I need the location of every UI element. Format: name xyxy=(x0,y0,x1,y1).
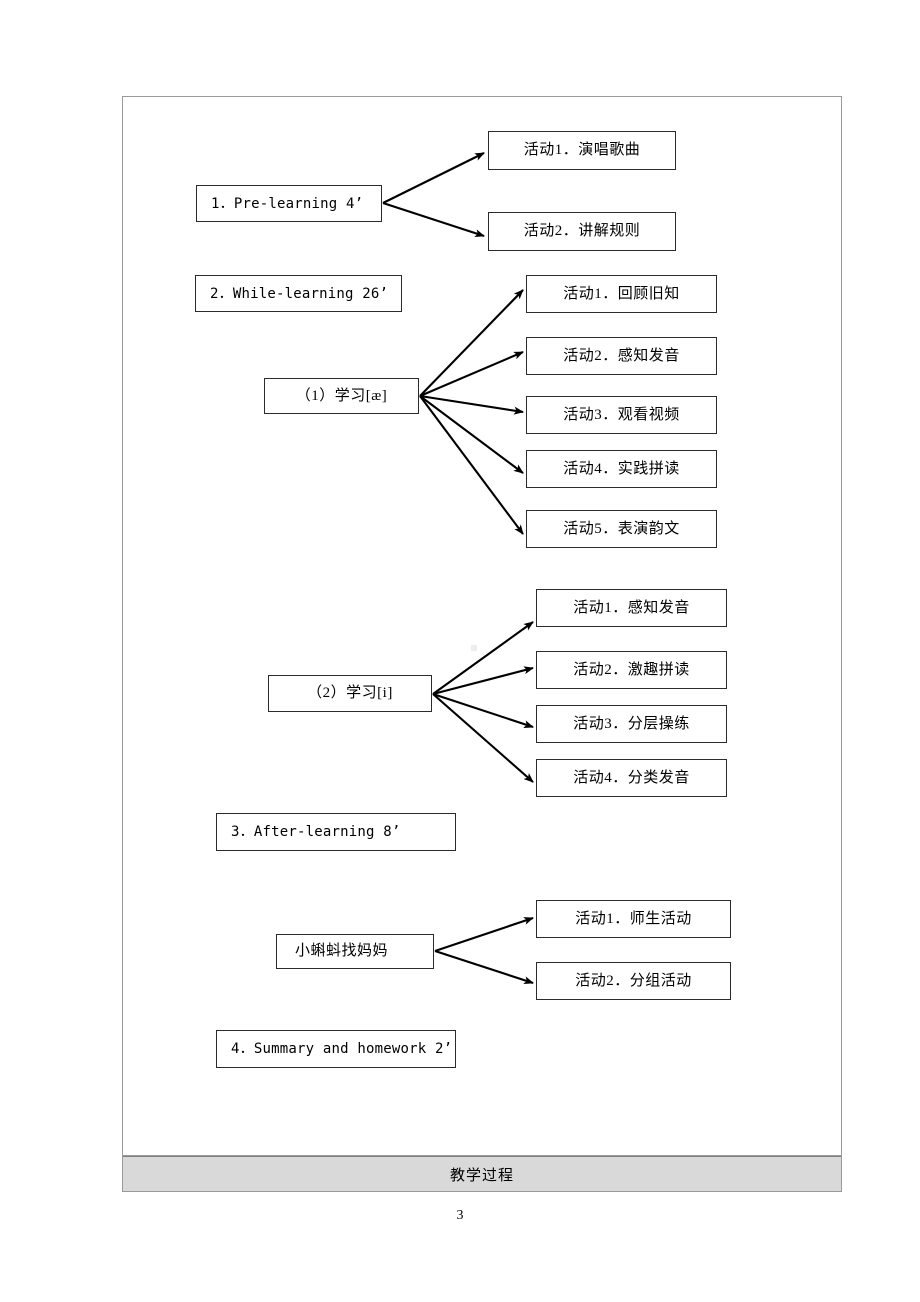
node-label: 活动2．分组活动 xyxy=(575,972,692,989)
node-label: 小蝌蚪找妈妈 xyxy=(295,943,389,959)
document-page: 教学过程 1．Pre-learning 4’ 活动1．演唱歌曲 活动2．讲解规则… xyxy=(0,0,920,1302)
page-number-value: 3 xyxy=(456,1208,464,1223)
node-label: 活动3．观看视频 xyxy=(563,406,680,423)
node-label: 3．After-learning 8’ xyxy=(231,824,401,840)
node-summary-homework[interactable]: 4．Summary and homework 2’ xyxy=(216,1030,456,1068)
node-label: 活动1．感知发音 xyxy=(573,599,690,616)
node-ae-activity-5[interactable]: 活动5．表演韵文 xyxy=(526,510,717,548)
node-label: 4．Summary and homework 2’ xyxy=(231,1041,453,1057)
node-tadpole-game[interactable]: 小蝌蚪找妈妈 xyxy=(276,934,434,969)
table-footer-row: 教学过程 xyxy=(123,1156,841,1191)
node-study-i[interactable]: （2）学习[i] xyxy=(268,675,432,712)
node-i-activity-3[interactable]: 活动3．分层操练 xyxy=(536,705,727,743)
node-label: 2．While-learning 26’ xyxy=(210,285,389,302)
node-study-ae[interactable]: （1）学习[æ] xyxy=(264,378,419,414)
node-tadpole-activity-2[interactable]: 活动2．分组活动 xyxy=(536,962,731,1000)
node-label: （2）学习[i] xyxy=(307,685,393,701)
node-ae-activity-1[interactable]: 活动1．回顾旧知 xyxy=(526,275,717,313)
node-ae-activity-4[interactable]: 活动4．实践拼读 xyxy=(526,450,717,488)
node-label: （1）学习[æ] xyxy=(295,387,388,404)
teaching-process-table: 教学过程 xyxy=(122,96,842,1192)
node-pre-learning[interactable]: 1．Pre-learning 4’ xyxy=(196,185,382,222)
scan-artifact xyxy=(471,645,477,651)
node-label: 活动1．回顾旧知 xyxy=(563,285,680,302)
node-i-activity-4[interactable]: 活动4．分类发音 xyxy=(536,759,727,797)
footer-label: 教学过程 xyxy=(449,1167,514,1184)
node-label: 活动2．感知发音 xyxy=(563,347,680,364)
node-after-learning[interactable]: 3．After-learning 8’ xyxy=(216,813,456,851)
node-i-activity-1[interactable]: 活动1．感知发音 xyxy=(536,589,727,627)
diagram-cell xyxy=(123,97,841,1156)
node-label: 活动1．演唱歌曲 xyxy=(523,142,641,158)
node-label: 活动3．分层操练 xyxy=(573,715,690,732)
node-i-activity-2[interactable]: 活动2．激趣拼读 xyxy=(536,651,727,689)
table-inner: 教学过程 xyxy=(123,97,841,1191)
node-label: 活动1．师生活动 xyxy=(575,910,692,927)
node-label: 活动4．实践拼读 xyxy=(563,460,680,477)
node-pre-activity-2[interactable]: 活动2．讲解规则 xyxy=(488,212,676,251)
node-pre-activity-1[interactable]: 活动1．演唱歌曲 xyxy=(488,131,676,170)
node-while-learning[interactable]: 2．While-learning 26’ xyxy=(195,275,402,312)
node-ae-activity-2[interactable]: 活动2．感知发音 xyxy=(526,337,717,375)
node-tadpole-activity-1[interactable]: 活动1．师生活动 xyxy=(536,900,731,938)
node-label: 活动4．分类发音 xyxy=(573,769,690,786)
page-number: 3 xyxy=(0,1208,920,1224)
node-label: 1．Pre-learning 4’ xyxy=(211,195,364,212)
node-ae-activity-3[interactable]: 活动3．观看视频 xyxy=(526,396,717,434)
node-label: 活动2．激趣拼读 xyxy=(573,661,690,678)
node-label: 活动5．表演韵文 xyxy=(563,520,680,537)
node-label: 活动2．讲解规则 xyxy=(523,223,641,239)
